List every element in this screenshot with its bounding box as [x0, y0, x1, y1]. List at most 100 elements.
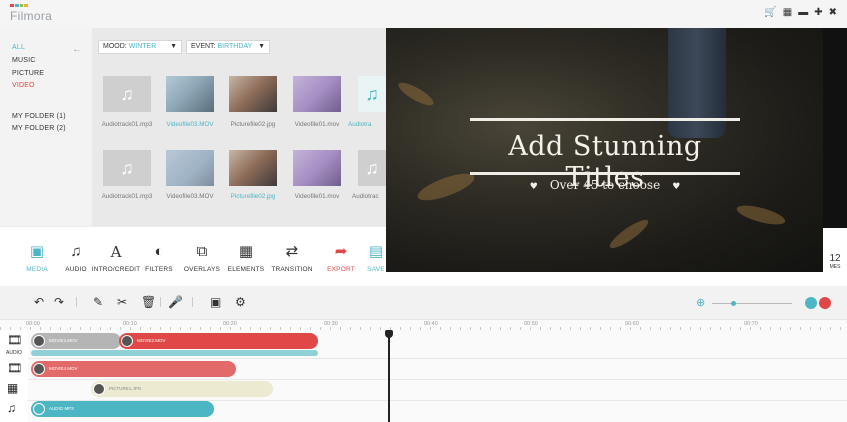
- media-thumb-picture[interactable]: [229, 150, 277, 186]
- ruler-tick: 00:30: [324, 321, 338, 327]
- media-thumb-picture[interactable]: [229, 76, 277, 112]
- undo-icon[interactable]: ↶: [34, 295, 44, 309]
- event-dropdown[interactable]: EVENT: BIRTHDAY ▼: [186, 40, 270, 54]
- media-label: Picturefile02.jpg: [230, 193, 276, 200]
- playhead-handle[interactable]: [385, 330, 393, 338]
- zoom-slider-handle[interactable]: [731, 301, 736, 306]
- media-label: Videofile01.mov: [294, 193, 340, 200]
- timeline: ↶ ↷ ✎ ✂ 🗑 🎤 ▣ ⚙ ⊕ 00:00 00:10 00:20 00:3…: [0, 286, 847, 422]
- clip-name: AUDIO MP3: [49, 406, 74, 411]
- timeline-clip[interactable]: PICTURE1.JPG: [91, 381, 273, 397]
- video-preview[interactable]: Add Stunning Titles ♥ Over 45 to choose ♥: [386, 28, 823, 272]
- music-note-icon: ♫: [365, 83, 379, 104]
- mood-label: MOOD:: [103, 43, 127, 50]
- clip-thumbnail: [93, 383, 105, 395]
- track-headers: 🎞 AUDIO 🎞 ▦ ♫: [0, 330, 28, 422]
- music-note-icon: ♫: [365, 157, 379, 178]
- film-icon[interactable]: 🎞: [7, 362, 22, 374]
- delete-icon[interactable]: 🗑: [141, 295, 156, 309]
- divider: [192, 297, 193, 307]
- media-label: Audiotrac: [352, 193, 379, 200]
- heart-icon: ♥: [529, 182, 538, 192]
- preview-leaf: [606, 215, 652, 253]
- side-text: MES: [829, 264, 841, 270]
- preview-subtitle: ♥ Over 45 to choose ♥: [470, 178, 740, 192]
- media-thumb-audio[interactable]: ♫: [103, 76, 151, 112]
- divider: [160, 297, 161, 307]
- music-note-icon: ♫: [120, 157, 134, 178]
- mood-dropdown[interactable]: MOOD: WINTER ▼: [98, 40, 182, 54]
- clip-thumbnail: [33, 335, 45, 347]
- playhead[interactable]: [388, 330, 390, 422]
- mic-icon[interactable]: 🎤: [168, 295, 183, 309]
- app-logo: Filmora: [10, 4, 52, 23]
- category-panel: ALL MUSIC PICTURE VIDEO MY FOLDER (1) MY…: [0, 28, 92, 226]
- redo-icon[interactable]: ↷: [54, 295, 64, 309]
- preview-leaf: [735, 201, 787, 229]
- category-all[interactable]: ALL: [12, 44, 25, 51]
- clip-name: PICTURE1.JPG: [109, 386, 142, 391]
- media-thumb-video[interactable]: [293, 76, 341, 112]
- preview-subtitle-text: Over 45 to choose: [549, 178, 661, 192]
- ruler-tick: 00:20: [223, 321, 237, 327]
- category-music[interactable]: MUSIC: [12, 57, 36, 64]
- back-arrow-icon[interactable]: ←: [72, 44, 82, 55]
- ruler-tick: 00:60: [625, 321, 639, 327]
- clip-name: MOVIE2.MOV: [137, 338, 166, 343]
- preview-leaf: [395, 78, 437, 110]
- maximize-icon[interactable]: ✚: [814, 8, 822, 18]
- media-label: Audiotrack01.mp3: [101, 121, 153, 128]
- media-label: Audiotrack01.mp3: [101, 193, 153, 200]
- status-button-cyan[interactable]: [805, 297, 817, 309]
- cart-icon[interactable]: 🛒: [764, 8, 776, 18]
- clip-thumbnail: [121, 335, 133, 347]
- minimize-icon[interactable]: ▬: [798, 8, 808, 18]
- window-controls: 🛒 ▦ ▬ ✚ ✖: [764, 8, 837, 18]
- media-label: Videofile03.MOV: [166, 193, 214, 200]
- media-thumb-video[interactable]: [166, 150, 214, 186]
- title-bar: Filmora 🛒 ▦ ▬ ✚ ✖: [0, 0, 847, 28]
- media-thumb-audio[interactable]: ♫: [358, 76, 386, 112]
- crop-icon[interactable]: ▣: [210, 295, 221, 309]
- grid-icon[interactable]: ▦: [783, 8, 792, 18]
- media-label: Videofile01.mov: [294, 121, 340, 128]
- chevron-down-icon: ▼: [170, 43, 177, 50]
- track-audio-label: AUDIO: [6, 350, 22, 356]
- preview-leaf: [414, 168, 478, 206]
- timeline-clip[interactable]: MOVIE4.MOV: [31, 361, 236, 377]
- title-rule-top: [470, 118, 740, 121]
- media-thumb-video[interactable]: [293, 150, 341, 186]
- timeline-clip[interactable]: MOVIE2.MOV: [119, 333, 318, 349]
- split-icon[interactable]: ✂: [117, 295, 127, 309]
- divider: [76, 297, 77, 307]
- image-icon[interactable]: ▦: [7, 382, 18, 394]
- pencil-icon[interactable]: ✎: [93, 295, 103, 309]
- folder-item-1[interactable]: MY FOLDER (1): [12, 113, 66, 120]
- clip-audio-waveform[interactable]: [31, 350, 318, 356]
- side-frame: [823, 28, 847, 228]
- close-icon[interactable]: ✖: [829, 8, 837, 18]
- category-video[interactable]: VIDEO: [12, 82, 35, 89]
- timeline-clip[interactable]: AUDIO MP3: [31, 401, 214, 417]
- logo-stripes: [10, 4, 28, 7]
- zoom-icon[interactable]: ⊕: [696, 296, 705, 309]
- folder-item-2[interactable]: MY FOLDER (2): [12, 125, 66, 132]
- media-thumb-video[interactable]: [166, 76, 214, 112]
- timeline-toolbar: ↶ ↷ ✎ ✂ 🗑 🎤 ▣ ⚙ ⊕: [0, 286, 847, 320]
- ruler-tick: 00:40: [424, 321, 438, 327]
- media-thumb-audio[interactable]: ♫: [103, 150, 151, 186]
- zoom-slider[interactable]: [712, 303, 792, 304]
- preview-figure: [668, 28, 726, 138]
- category-picture[interactable]: PICTURE: [12, 70, 44, 77]
- media-thumb-audio[interactable]: ♫: [358, 150, 386, 186]
- film-icon[interactable]: 🎞: [7, 334, 22, 346]
- ruler-tick: 00:00: [26, 321, 40, 327]
- music-icon[interactable]: ♫: [7, 402, 16, 414]
- timeline-clip[interactable]: MOVIE2.MOV: [31, 333, 121, 349]
- media-label: Audiotra: [348, 121, 372, 128]
- app-name: Filmora: [10, 9, 53, 23]
- status-button-red[interactable]: [819, 297, 831, 309]
- clip-name: MOVIE2.MOV: [49, 338, 78, 343]
- clip-name: MOVIE4.MOV: [49, 366, 78, 371]
- settings-icon[interactable]: ⚙: [235, 295, 246, 309]
